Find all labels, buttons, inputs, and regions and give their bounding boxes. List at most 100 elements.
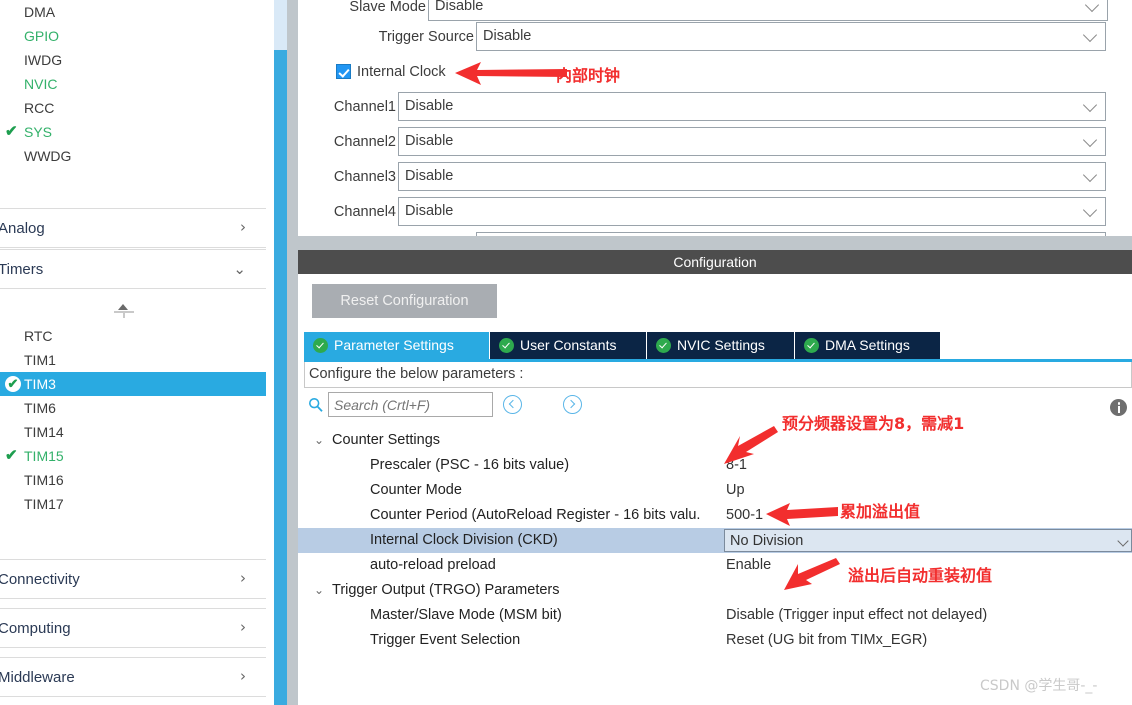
search-next-button[interactable]	[563, 395, 582, 414]
search-prev-button[interactable]	[503, 395, 522, 414]
parameter-name: Internal Clock Division (CKD)	[370, 532, 558, 548]
mode-row-combobox[interactable]: Disable	[398, 162, 1106, 191]
sidebar-timer-tim16[interactable]: TIM16	[0, 468, 266, 492]
parameter-row[interactable]: Counter Mode Up	[298, 478, 1132, 503]
tab-nvic-settings[interactable]: NVIC Settings	[647, 332, 795, 359]
sidebar-peripheral-label: IWDG	[24, 52, 63, 68]
sidebar-peripheral-gpio[interactable]: GPIO	[0, 24, 266, 48]
parameter-value: No Division	[730, 533, 804, 549]
scroll-up-triangle-icon	[118, 304, 128, 310]
mode-row-label: Channel4	[333, 204, 396, 220]
parameter-row[interactable]: ⌄ Trigger Output (TRGO) Parameters	[298, 578, 1132, 603]
config-tab-bar: Parameter Settings User Constants NVIC Set…	[304, 332, 1132, 359]
internal-clock-checkbox[interactable]	[336, 64, 351, 79]
sidebar-section-middleware[interactable]: Middleware ›	[0, 657, 266, 697]
parameter-row[interactable]: auto-reload preload Enable	[298, 553, 1132, 578]
sidebar-peripheral-iwdg[interactable]: IWDG	[0, 48, 266, 72]
parameter-row[interactable]: Master/Slave Mode (MSM bit) Disable (Trig…	[298, 603, 1132, 628]
chevron-right-icon: ›	[240, 667, 246, 685]
check-circle-icon	[499, 338, 514, 353]
info-icon[interactable]	[1110, 399, 1127, 416]
sidebar-peripheral-wwdg[interactable]: WWDG	[0, 144, 266, 168]
sidebar-scrollbar[interactable]	[274, 0, 287, 705]
mode-row-combobox[interactable]: Disable	[476, 22, 1106, 51]
sidebar-timer-label: TIM3	[24, 376, 56, 392]
chevron-down-icon	[1084, 28, 1097, 41]
mode-row-channel2: Channel2 Disable	[298, 127, 1132, 157]
sidebar-section-connectivity-label: Connectivity	[0, 571, 80, 588]
parameter-row[interactable]: Internal Clock Division (CKD) No Division	[298, 528, 1132, 553]
tab-dma-settings[interactable]: DMA Settings	[795, 332, 941, 359]
scroll-cue-stem	[123, 313, 125, 318]
sidebar-timer-rtc[interactable]: RTC	[0, 324, 266, 348]
scroll-up-cue[interactable]	[113, 302, 135, 318]
parameter-row[interactable]: Prescaler (PSC - 16 bits value) 8-1	[298, 453, 1132, 478]
sidebar-section-computing[interactable]: Computing ›	[0, 608, 266, 648]
sidebar-peripheral-label: WWDG	[24, 148, 72, 164]
tab-label: NVIC Settings	[677, 337, 765, 353]
tab-label: User Constants	[520, 337, 617, 353]
mode-row-trigger-source: Trigger Source Disable	[298, 22, 1132, 52]
mode-row-channel3: Channel3 Disable	[298, 162, 1132, 192]
peripheral-list: DMA GPIO IWDG NVIC RCC ✔ SYS WWDG	[0, 0, 266, 168]
check-circle-icon	[804, 338, 819, 353]
parameter-row[interactable]: Counter Period (AutoReload Register - 16…	[298, 503, 1132, 528]
parameter-value-combobox[interactable]: No Division	[724, 529, 1132, 552]
sidebar-peripheral-label: DMA	[24, 4, 56, 20]
config-title: Configuration	[673, 254, 757, 270]
mode-row-label: Slave Mode	[349, 0, 426, 15]
chevron-down-icon	[1084, 133, 1097, 146]
sidebar-timer-tim3[interactable]: ✔ TIM3	[0, 372, 266, 396]
sidebar-timer-tim17[interactable]: TIM17	[0, 492, 266, 516]
chevron-down-icon[interactable]: ⌄	[314, 433, 328, 447]
configure-hint-bar: Configure the below parameters :	[304, 362, 1132, 388]
sidebar-timer-tim15[interactable]: ✔ TIM15	[0, 444, 266, 468]
configure-hint-text: Configure the below parameters :	[309, 366, 524, 382]
parameter-name: Prescaler (PSC - 16 bits value)	[370, 457, 570, 473]
parameter-name: auto-reload preload	[370, 557, 496, 573]
sidebar-timer-tim14[interactable]: TIM14	[0, 420, 266, 444]
search-icon	[308, 397, 323, 412]
chevron-down-icon[interactable]: ⌄	[314, 583, 328, 597]
parameter-row[interactable]: Trigger Event Selection Reset (UG bit fro…	[298, 628, 1132, 653]
mode-row-combobox[interactable]: Disable	[398, 127, 1106, 156]
mode-row-value: Disable	[405, 168, 454, 184]
search-input[interactable]	[328, 392, 493, 417]
sidebar-peripheral-rcc[interactable]: RCC	[0, 96, 266, 120]
annotation-auto-reload: 溢出后自动重装初值	[848, 566, 993, 585]
sidebar-timer-label: TIM16	[24, 472, 64, 488]
chevron-down-icon	[1086, 0, 1099, 11]
mode-row-combobox[interactable]: Disable	[428, 0, 1108, 21]
mode-row-combobox[interactable]: Disable	[398, 92, 1106, 121]
sidebar-timer-tim6[interactable]: TIM6	[0, 396, 266, 420]
parameter-tree: ⌄ Counter Settings Prescaler (PSC - 16 bit…	[298, 428, 1132, 653]
parameter-value: Up	[726, 482, 745, 498]
parameter-name: Counter Period (AutoReload Register - 16…	[370, 507, 701, 523]
sidebar-peripheral-nvic[interactable]: NVIC	[0, 72, 266, 96]
annotation-arrow-auto-reload	[784, 558, 840, 590]
sidebar-peripheral-sys[interactable]: ✔ SYS	[0, 120, 266, 144]
sidebar-section-analog[interactable]: Analog ›	[0, 208, 266, 248]
parameter-name: Master/Slave Mode (MSM bit)	[370, 607, 562, 623]
sidebar-section-timers-label: Timers	[0, 261, 44, 278]
tab-user-constants[interactable]: User Constants	[490, 332, 647, 359]
reset-configuration-button[interactable]: Reset Configuration	[312, 284, 497, 318]
mode-row-slave-mode: Slave Mode Disable	[298, 0, 1132, 22]
tab-parameter-settings[interactable]: Parameter Settings	[304, 332, 490, 359]
chevron-down-icon	[1084, 98, 1097, 111]
parameter-row[interactable]: ⌄ Counter Settings	[298, 428, 1132, 453]
sidebar-section-timers[interactable]: Timers ⌄	[0, 249, 266, 289]
tab-label: DMA Settings	[825, 337, 910, 353]
mode-row-label: Trigger Source	[378, 29, 474, 45]
sidebar-scrollbar-thumb[interactable]	[274, 50, 287, 705]
sidebar-timer-tim1[interactable]: TIM1	[0, 348, 266, 372]
check-circle-icon	[313, 338, 328, 353]
sidebar-section-computing-label: Computing	[0, 620, 71, 637]
parameter-name: Trigger Event Selection	[370, 632, 521, 648]
annotation-arrow-counter-period	[766, 503, 838, 526]
mode-row-label: Channel2	[333, 134, 396, 150]
sidebar-peripheral-dma[interactable]: DMA	[0, 0, 266, 24]
sidebar-section-connectivity[interactable]: Connectivity ›	[0, 559, 266, 599]
check-icon: ✔	[5, 447, 18, 464]
mode-row-combobox[interactable]: Disable	[398, 197, 1106, 226]
